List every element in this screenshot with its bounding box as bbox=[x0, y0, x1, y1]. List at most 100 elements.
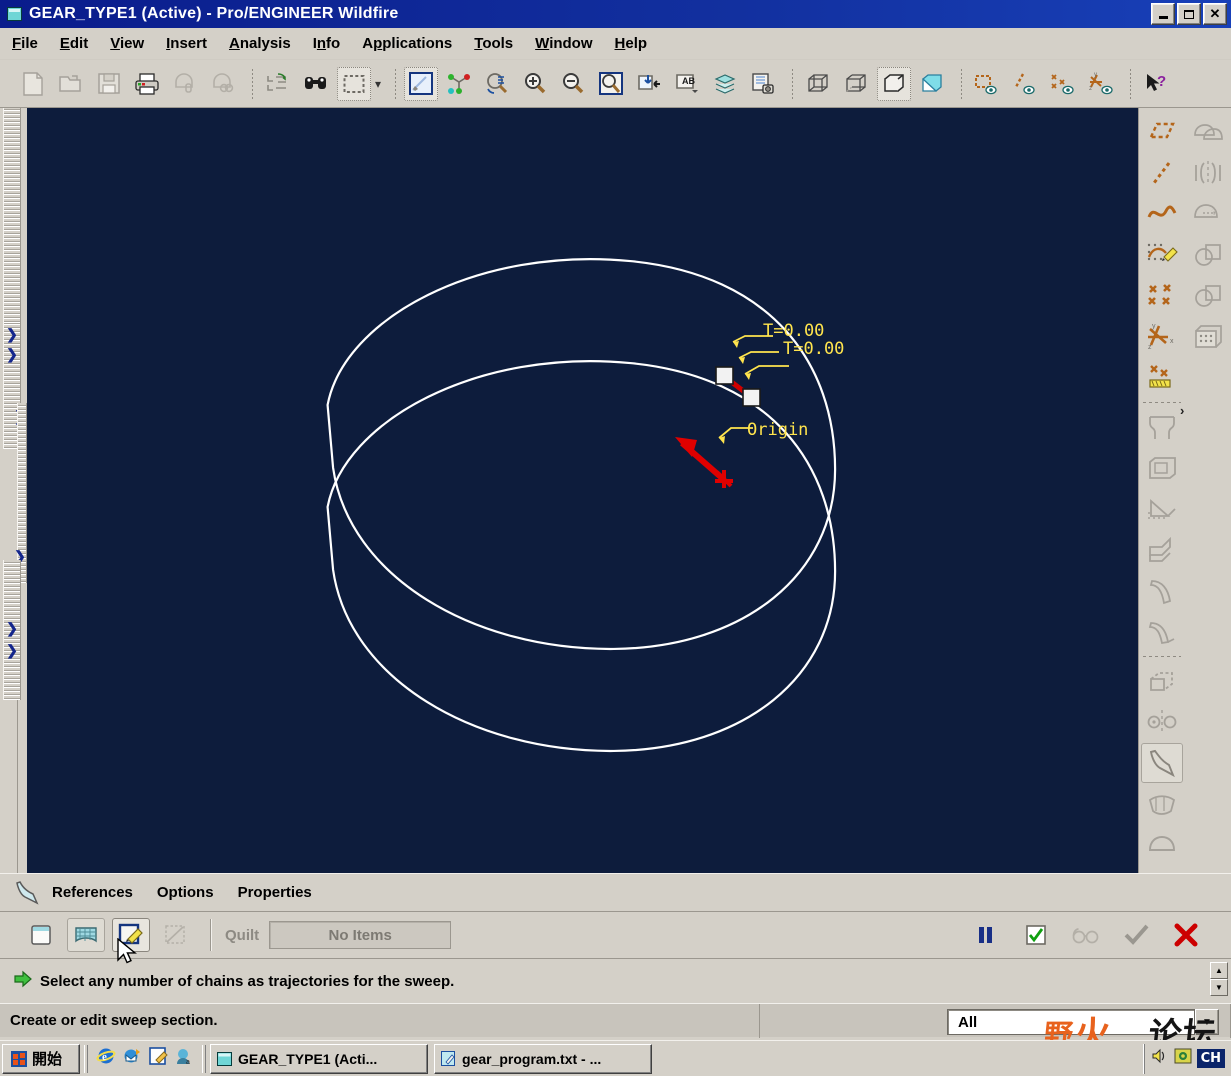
datum-axis-toggle-icon[interactable] bbox=[1008, 67, 1042, 101]
revolve-icon[interactable] bbox=[1141, 702, 1183, 742]
datum-point-icon[interactable] bbox=[1141, 276, 1183, 316]
print-icon[interactable] bbox=[130, 67, 164, 101]
ok-button[interactable] bbox=[1117, 918, 1155, 952]
left-splitter-segment[interactable] bbox=[3, 108, 21, 323]
menu-view[interactable]: View bbox=[110, 35, 144, 52]
toolbar-separator bbox=[252, 69, 253, 99]
layers-icon[interactable] bbox=[708, 67, 742, 101]
pause-button[interactable] bbox=[967, 918, 1005, 952]
drag-handle-end[interactable] bbox=[743, 389, 760, 406]
quick-launch: e a bbox=[92, 1046, 198, 1071]
thin-feature-button bbox=[157, 918, 195, 952]
datum-csys-toggle-icon[interactable]: yz bbox=[1084, 67, 1118, 101]
offset-csys-icon[interactable] bbox=[1141, 358, 1183, 398]
menu-bar: File Edit View Insert Analysis Info Appl… bbox=[0, 28, 1231, 60]
annotation-display-icon[interactable]: AB bbox=[670, 67, 704, 101]
taskbar-task-notepad[interactable]: gear_program.txt - ... bbox=[434, 1044, 652, 1074]
minimize-button[interactable] bbox=[1151, 3, 1175, 25]
no-hidden-icon[interactable] bbox=[877, 67, 911, 101]
menu-help-label: elp bbox=[625, 35, 647, 52]
maximize-button[interactable] bbox=[1177, 3, 1201, 25]
chevron-down-icon[interactable]: ▼ bbox=[1195, 1009, 1219, 1035]
tab-references[interactable]: References bbox=[52, 884, 133, 901]
taskbar-divider bbox=[84, 1045, 88, 1073]
hidden-line-icon[interactable] bbox=[839, 67, 873, 101]
close-button[interactable]: ✕ bbox=[1203, 3, 1227, 25]
volume-icon[interactable] bbox=[1151, 1048, 1169, 1069]
wireframe-icon[interactable] bbox=[801, 67, 835, 101]
surface-button[interactable] bbox=[67, 918, 105, 952]
message-scroll-down[interactable]: ▼ bbox=[1210, 979, 1228, 996]
shading-icon[interactable] bbox=[915, 67, 949, 101]
datum-point-toggle-icon[interactable] bbox=[1046, 67, 1080, 101]
coordinate-system-icon[interactable]: yzx bbox=[1141, 317, 1183, 357]
new-file-icon[interactable] bbox=[16, 67, 50, 101]
redo-icon bbox=[206, 67, 240, 101]
save-file-icon[interactable] bbox=[92, 67, 126, 101]
cancel-button[interactable] bbox=[1167, 918, 1205, 952]
more-tools-chevron-icon[interactable]: › bbox=[1180, 403, 1184, 418]
menu-applications[interactable]: Applications bbox=[362, 35, 452, 52]
spin-center-icon[interactable] bbox=[442, 67, 476, 101]
ime-indicator[interactable]: CH bbox=[1197, 1049, 1225, 1068]
dashboard-bar: Quilt No Items bbox=[0, 911, 1231, 959]
expand-panel-chevron-icon[interactable]: ❯ bbox=[5, 620, 19, 636]
expand-panel-chevron-icon[interactable]: ❯ bbox=[5, 346, 19, 362]
menu-info[interactable]: Info bbox=[313, 35, 341, 52]
curve-icon[interactable] bbox=[1141, 194, 1183, 234]
menu-help[interactable]: Help bbox=[615, 35, 648, 52]
boundary-blend-icon[interactable] bbox=[1141, 825, 1183, 865]
internet-explorer-icon[interactable]: e bbox=[96, 1046, 116, 1071]
tab-options[interactable]: Options bbox=[157, 884, 214, 901]
datum-plane-display-icon[interactable] bbox=[632, 67, 666, 101]
svg-text:y: y bbox=[1094, 72, 1097, 78]
edit-section-button[interactable] bbox=[112, 918, 150, 952]
extrude-icon[interactable] bbox=[1141, 661, 1183, 701]
refit-icon[interactable] bbox=[594, 67, 628, 101]
taskbar-task-proe[interactable]: GEAR_TYPE1 (Acti... bbox=[210, 1044, 428, 1074]
selection-filter-value[interactable]: All bbox=[947, 1009, 1195, 1035]
message-scrollbar[interactable]: ▲ ▼ bbox=[1210, 962, 1228, 1000]
menu-window[interactable]: Window bbox=[535, 35, 592, 52]
notepad-icon[interactable] bbox=[148, 1046, 168, 1071]
graphics-area[interactable]: T=0.00 T=0.00 Origin bbox=[27, 108, 1138, 873]
menu-analysis[interactable]: Analysis bbox=[229, 35, 291, 52]
preview-checkbox[interactable] bbox=[1017, 918, 1055, 952]
zoom-out-icon[interactable] bbox=[556, 67, 590, 101]
chevron-down-icon[interactable]: ▾ bbox=[375, 77, 381, 91]
direction-arrow[interactable] bbox=[675, 437, 733, 488]
menu-tools[interactable]: Tools bbox=[474, 35, 513, 52]
datum-axis-icon[interactable] bbox=[1141, 153, 1183, 193]
outlook-express-icon[interactable] bbox=[122, 1046, 142, 1071]
open-file-icon[interactable] bbox=[54, 67, 88, 101]
view-manager-icon[interactable] bbox=[746, 67, 780, 101]
toolbar-separator bbox=[792, 69, 793, 99]
expand-panel-chevron-icon[interactable]: ❯ bbox=[5, 326, 19, 342]
find-search-icon[interactable] bbox=[299, 67, 333, 101]
selection-filter[interactable]: All ▼ bbox=[947, 1008, 1227, 1036]
solid-button[interactable] bbox=[22, 918, 60, 952]
sketch-icon[interactable] bbox=[1141, 235, 1183, 275]
message-scroll-up[interactable]: ▲ bbox=[1210, 962, 1228, 979]
repaint-icon[interactable] bbox=[404, 67, 438, 101]
select-box-icon[interactable] bbox=[337, 67, 371, 101]
datum-plane-toggle-icon[interactable] bbox=[970, 67, 1004, 101]
desktop-icon[interactable]: a bbox=[174, 1046, 194, 1071]
blend-icon[interactable] bbox=[1141, 784, 1183, 824]
datum-plane-icon[interactable] bbox=[1141, 112, 1183, 152]
drag-handle-start[interactable] bbox=[716, 367, 733, 384]
tab-properties[interactable]: Properties bbox=[238, 884, 312, 901]
sweep-icon[interactable] bbox=[1141, 743, 1183, 783]
quilt-collector[interactable]: No Items bbox=[269, 921, 451, 949]
top-rim-curve bbox=[317, 238, 850, 673]
expand-panel-chevron-icon[interactable]: ❯ bbox=[5, 642, 19, 658]
zoom-in-icon[interactable] bbox=[518, 67, 552, 101]
reorient-icon[interactable] bbox=[480, 67, 514, 101]
menu-file[interactable]: File bbox=[12, 35, 38, 52]
menu-edit[interactable]: Edit bbox=[60, 35, 88, 52]
display-icon[interactable] bbox=[1174, 1048, 1192, 1069]
regenerate-icon[interactable] bbox=[261, 67, 295, 101]
start-button[interactable]: 開始 bbox=[2, 1044, 80, 1074]
menu-insert[interactable]: Insert bbox=[166, 35, 207, 52]
context-help-icon[interactable]: ? bbox=[1139, 67, 1173, 101]
